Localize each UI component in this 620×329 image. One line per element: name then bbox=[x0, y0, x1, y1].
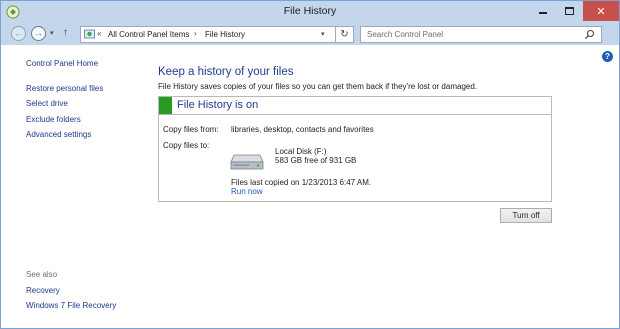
search-input[interactable]: Search Control Panel bbox=[360, 26, 602, 43]
drive-free-space: 583 GB free of 931 GB bbox=[275, 156, 357, 165]
forward-button[interactable]: → bbox=[31, 26, 46, 41]
forward-arrow-icon: → bbox=[34, 28, 43, 38]
window-title: File History bbox=[283, 5, 337, 17]
back-arrow-icon: ← bbox=[14, 28, 23, 38]
sidebar-select-drive[interactable]: Select drive bbox=[26, 99, 68, 108]
run-now-link[interactable]: Run now bbox=[231, 187, 263, 196]
sidebar-advanced-settings[interactable]: Advanced settings bbox=[26, 130, 91, 139]
sidebar-restore-personal-files[interactable]: Restore personal files bbox=[26, 84, 103, 93]
copy-to-label: Copy files to: bbox=[163, 141, 210, 150]
sidebar-exclude-folders[interactable]: Exclude folders bbox=[26, 115, 81, 124]
status-panel: File History is on Copy files from: libr… bbox=[158, 96, 552, 202]
hard-drive-icon bbox=[230, 154, 264, 170]
breadcrumb-overflow-icon[interactable]: « bbox=[97, 29, 101, 38]
turn-off-button[interactable]: Turn off bbox=[500, 208, 552, 223]
see-also-recovery[interactable]: Recovery bbox=[26, 286, 60, 295]
close-button[interactable]: ✕ bbox=[583, 1, 619, 21]
status-header: File History is on bbox=[159, 97, 551, 115]
status-title: File History is on bbox=[177, 99, 259, 111]
maximize-icon bbox=[565, 7, 574, 15]
minimize-button[interactable] bbox=[529, 1, 556, 21]
address-bar[interactable]: « All Control Panel Items › File History… bbox=[80, 26, 336, 43]
status-indicator bbox=[159, 97, 172, 114]
file-history-window: File History ✕ ← → ▾ ↑ « All Control Pan… bbox=[0, 0, 620, 329]
page-title: Keep a history of your files bbox=[158, 66, 294, 78]
see-also-windows7-file-recovery[interactable]: Windows 7 File Recovery bbox=[26, 301, 116, 310]
breadcrumb-file-history[interactable]: File History bbox=[205, 30, 245, 39]
refresh-icon: ↻ bbox=[340, 29, 349, 40]
close-icon: ✕ bbox=[596, 5, 606, 18]
breadcrumb-separator-icon[interactable]: › bbox=[194, 29, 197, 38]
search-icon[interactable] bbox=[584, 29, 595, 40]
minimize-icon bbox=[538, 12, 547, 14]
help-icon[interactable]: ? bbox=[602, 51, 613, 62]
maximize-button[interactable] bbox=[556, 1, 583, 21]
search-placeholder: Search Control Panel bbox=[367, 30, 444, 39]
copy-from-value: libraries, desktop, contacts and favorit… bbox=[231, 125, 374, 134]
back-button[interactable]: ← bbox=[11, 26, 26, 41]
see-also-heading: See also bbox=[26, 270, 58, 279]
up-button[interactable]: ↑ bbox=[63, 27, 68, 38]
recent-locations-button[interactable]: ▾ bbox=[50, 29, 54, 37]
chevron-down-icon: ▾ bbox=[50, 30, 54, 37]
drive-name: Local Disk (F:) bbox=[275, 147, 327, 156]
navigation-bar: ← → ▾ ↑ « All Control Panel Items › File… bbox=[1, 23, 619, 45]
refresh-button[interactable]: ↻ bbox=[336, 26, 354, 43]
sidebar-control-panel-home[interactable]: Control Panel Home bbox=[26, 59, 98, 68]
copy-from-label: Copy files from: bbox=[163, 125, 219, 134]
address-dropdown-icon[interactable]: ▾ bbox=[321, 30, 325, 38]
breadcrumb-all-control-panel-items[interactable]: All Control Panel Items bbox=[108, 30, 189, 39]
control-panel-icon bbox=[84, 29, 95, 39]
page-description: File History saves copies of your files … bbox=[158, 82, 478, 91]
title-bar: File History ✕ bbox=[1, 1, 619, 23]
last-copied-text: Files last copied on 1/23/2013 6:47 AM. bbox=[231, 178, 372, 187]
up-arrow-icon: ↑ bbox=[63, 27, 68, 38]
